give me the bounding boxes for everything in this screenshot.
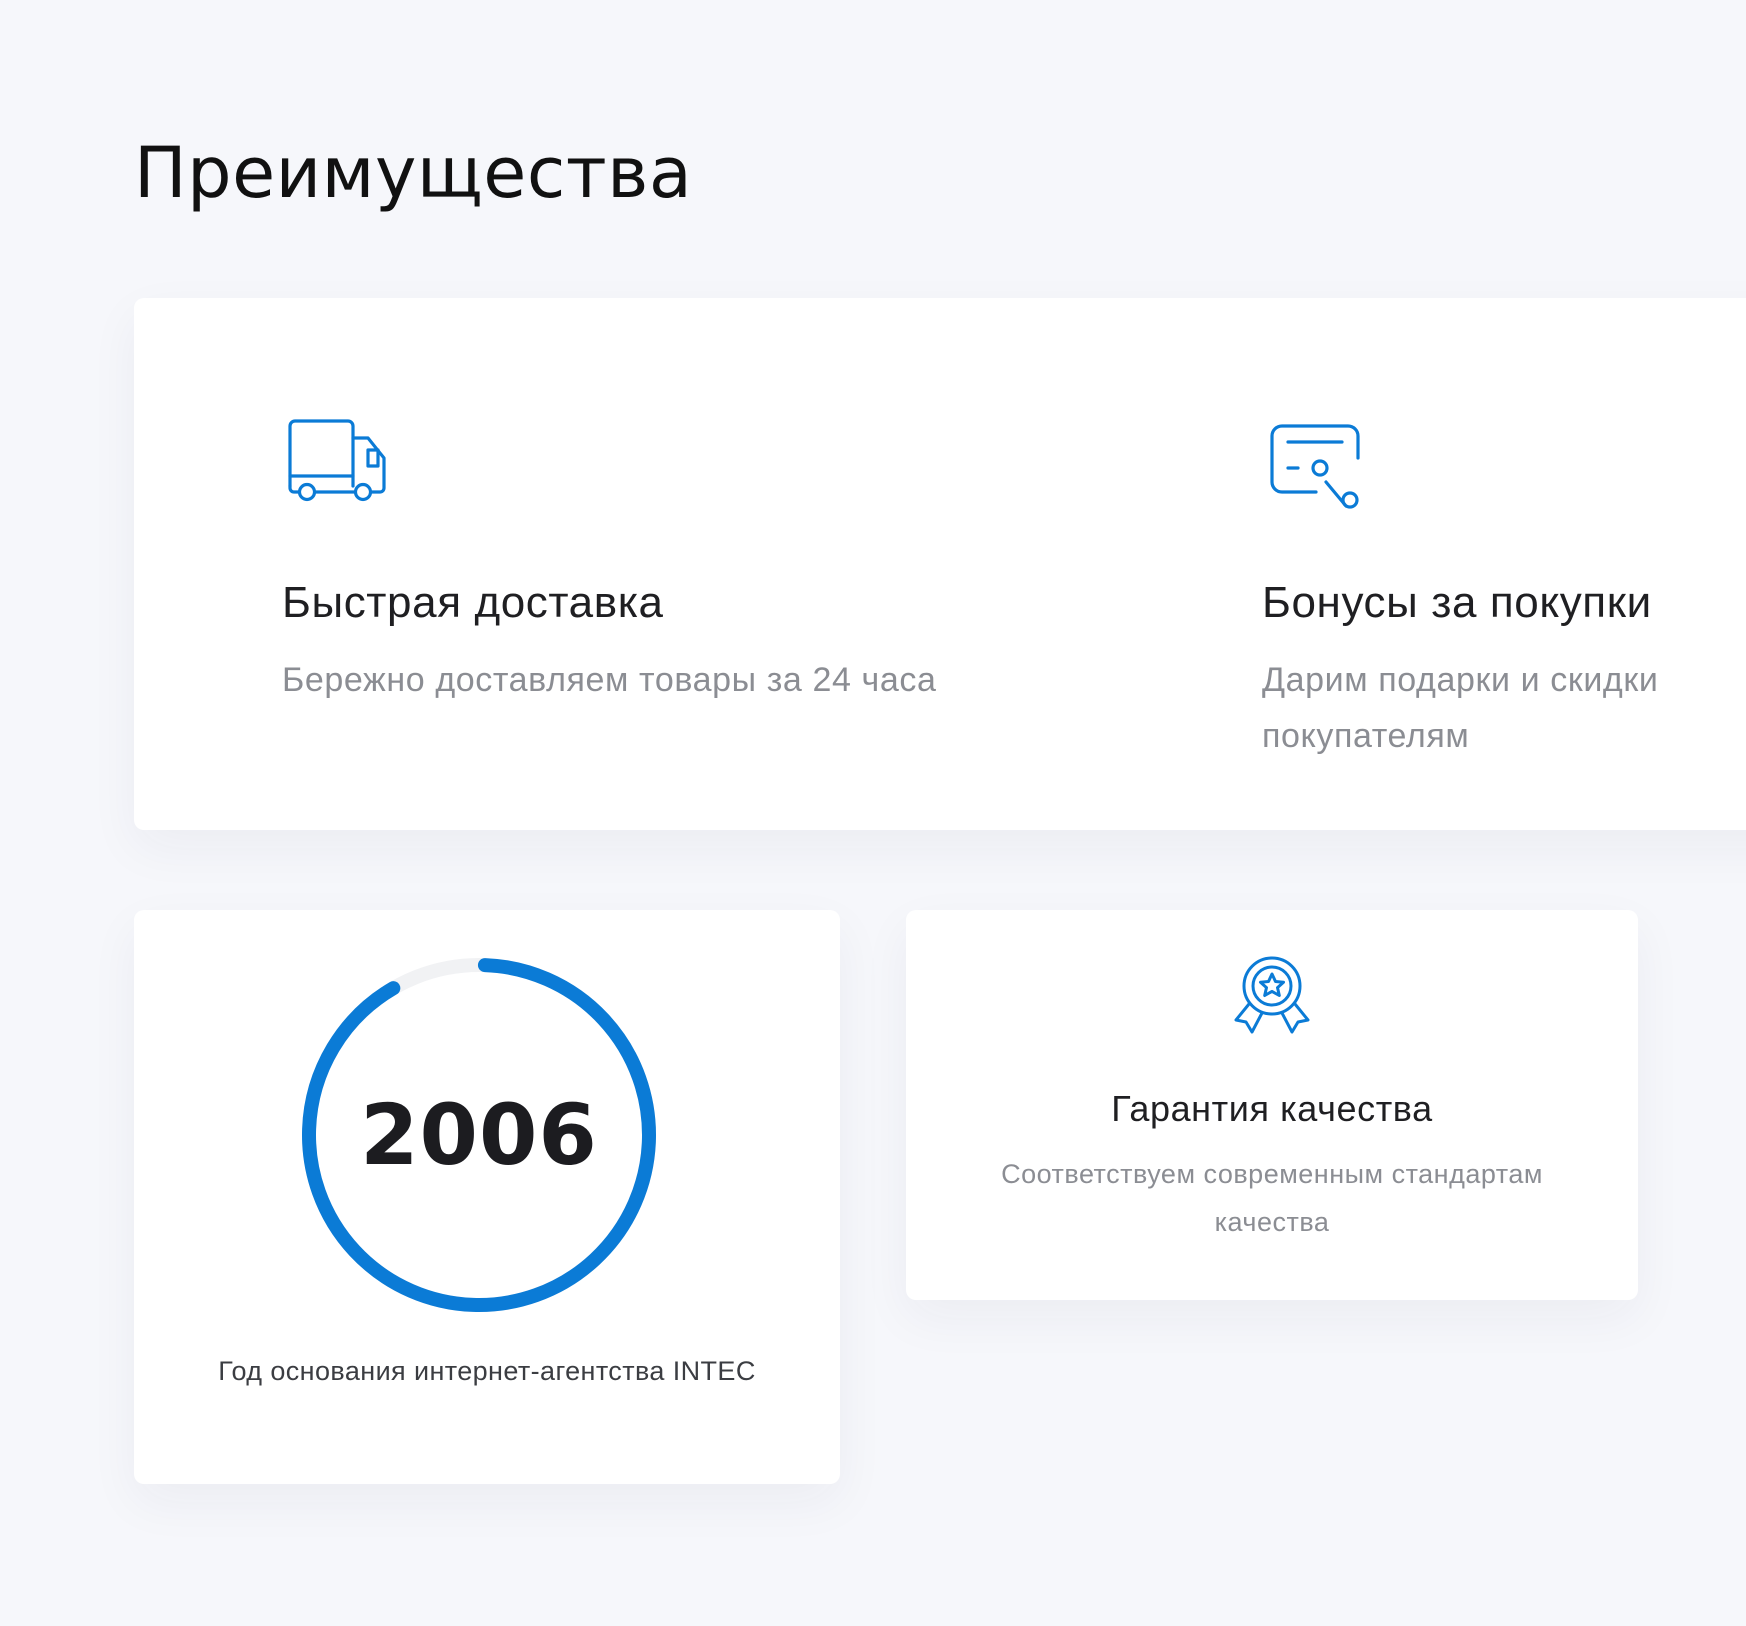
feature-title: Бонусы за покупки (1262, 578, 1652, 627)
section-title: Преимущества (134, 132, 693, 214)
feature-title: Быстрая доставка (282, 578, 664, 627)
quality-description: Соответствуем современным стандартам кач… (1001, 1159, 1543, 1237)
founding-year-value: 2006 (360, 1086, 598, 1184)
founding-year-caption: Год основания интернет-агентства INTEC (218, 1356, 756, 1386)
award-badge-icon (1232, 954, 1312, 1042)
quality-guarantee-card: Гарантия качества Соответствуем современ… (906, 910, 1638, 1300)
features-card: Быстрая доставка Бережно доставляем това… (134, 298, 1746, 830)
feature-description: Бережно доставляем товары за 24 часа (282, 661, 937, 699)
delivery-truck-icon (282, 414, 394, 514)
discount-coupon-icon (1262, 414, 1366, 514)
progress-ring: 2006 (294, 950, 664, 1320)
advantages-page: Преимущества Быстрая доставка Бережно до… (0, 0, 1746, 1626)
feature-description: Дарим подарки и скидки покупателям (1262, 661, 1659, 755)
quality-title: Гарантия качества (1111, 1088, 1433, 1129)
founding-year-card: 2006 Год основания интернет-агентства IN… (134, 910, 840, 1484)
